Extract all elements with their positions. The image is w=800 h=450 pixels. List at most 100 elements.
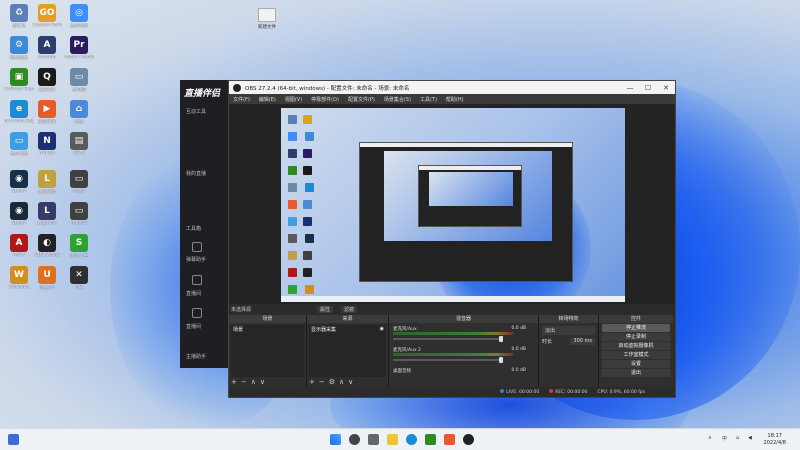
virtual-camera-button[interactable]: 启动虚拟摄像机 bbox=[602, 342, 670, 350]
desktop-icon[interactable]: ✕ MSI bbox=[64, 266, 94, 290]
store-icon[interactable] bbox=[425, 434, 436, 445]
file-icon[interactable] bbox=[258, 8, 276, 22]
settings-button[interactable]: 设置 bbox=[602, 360, 670, 368]
studio-mode-button[interactable]: 工作室模式 bbox=[602, 351, 670, 359]
app-icon: L bbox=[38, 170, 56, 188]
widgets-icon[interactable] bbox=[8, 434, 19, 445]
sources-footer: + − ⚙ ∧ ∨ bbox=[309, 378, 357, 386]
desktop-icon[interactable]: ⌂ 网络 bbox=[64, 100, 94, 125]
sidebar-item[interactable]: 直播间 bbox=[186, 290, 201, 297]
desktop-icon[interactable]: ⚙ 控制面板 bbox=[4, 36, 34, 61]
up-icon[interactable]: ∧ bbox=[251, 378, 256, 386]
volume-icon[interactable]: ◀ bbox=[748, 435, 752, 441]
desktop-icon[interactable]: ◉ Steam bbox=[4, 202, 34, 226]
gear-icon[interactable]: ⚙ bbox=[329, 378, 335, 386]
desktop-icon[interactable]: W WeGame bbox=[4, 266, 34, 290]
menu-tools[interactable]: 工具(T) bbox=[420, 96, 437, 103]
exit-button[interactable]: 退出 bbox=[602, 369, 670, 377]
sidebar-item[interactable]: 弹幕助手 bbox=[186, 256, 206, 263]
desktop-icon-label: GTA5 bbox=[73, 151, 85, 156]
desktop-icon-label: 傲软录屏 bbox=[38, 120, 56, 125]
app-icon: ▣ bbox=[10, 68, 28, 86]
tray-arrow-icon[interactable]: ∧ bbox=[708, 435, 712, 441]
desktop-icon[interactable]: L Logitech bbox=[32, 202, 62, 226]
start-icon[interactable] bbox=[330, 434, 341, 445]
volume-slider[interactable] bbox=[393, 336, 503, 342]
desktop-icon[interactable]: e Microsoft Edge bbox=[4, 100, 34, 124]
desktop-icon[interactable]: ▭ mayo2 bbox=[64, 202, 94, 226]
slider-knob[interactable] bbox=[499, 336, 503, 342]
scene-item[interactable]: 场景 bbox=[231, 325, 304, 334]
obs-window[interactable]: OBS 27.2.4 (64-bit, windows) - 配置文件: 未命名… bbox=[228, 80, 676, 398]
obs-titlebar[interactable]: OBS 27.2.4 (64-bit, windows) - 配置文件: 未命名… bbox=[229, 81, 675, 94]
tray-lang[interactable]: 中 bbox=[722, 435, 727, 442]
remove-icon[interactable]: − bbox=[241, 378, 247, 386]
desktop-icon[interactable]: ▭ 显示桌面 bbox=[4, 132, 34, 157]
search-icon[interactable] bbox=[349, 434, 360, 445]
obs-taskbar-icon[interactable] bbox=[463, 434, 474, 445]
app-icon: ⌂ bbox=[70, 100, 88, 118]
remove-icon[interactable]: − bbox=[319, 378, 325, 386]
add-icon[interactable]: + bbox=[309, 378, 315, 386]
desktop-icon[interactable]: ▶ 傲软录屏 bbox=[32, 100, 62, 125]
task-view-icon[interactable] bbox=[368, 434, 379, 445]
down-icon[interactable]: ∨ bbox=[260, 378, 265, 386]
transition-select[interactable]: 淡出 bbox=[542, 326, 595, 335]
eye-icon[interactable]: ◉ bbox=[380, 326, 384, 333]
controls-dock: 控件 停止推流 停止录制 启动虚拟摄像机 工作室模式 设置 退出 bbox=[599, 315, 673, 387]
desktop-icon[interactable]: ▤ GTA5 bbox=[64, 132, 94, 156]
app-icon: e bbox=[10, 100, 28, 118]
desktop-icon[interactable]: GOCounter-Strike Global Offensive bbox=[32, 4, 62, 28]
sidebar-item[interactable]: 主播助手 bbox=[186, 353, 206, 360]
app-icon[interactable] bbox=[444, 434, 455, 445]
desktop-icon[interactable]: ♻ 回收站 bbox=[4, 4, 34, 29]
desktop-icon[interactable]: U 网易UU bbox=[32, 266, 62, 291]
menu-help[interactable]: 帮助(H) bbox=[446, 96, 464, 103]
volume-slider[interactable] bbox=[393, 357, 503, 363]
duration-input[interactable]: 300 ms bbox=[570, 338, 595, 345]
desktop-icon[interactable]: PrAdobe Premiere bbox=[64, 36, 94, 60]
close-icon[interactable]: ✕ bbox=[657, 84, 675, 92]
desktop-icon[interactable]: ▭ mayo bbox=[64, 170, 94, 194]
preview-canvas[interactable] bbox=[281, 108, 625, 302]
sidebar-item[interactable]: 工具箱 bbox=[186, 225, 201, 232]
desktop-icon-label: mayo bbox=[72, 189, 86, 194]
desktop-icon[interactable]: S 驱动人生 bbox=[64, 234, 94, 259]
up-icon[interactable]: ∧ bbox=[339, 378, 344, 386]
slider-knob[interactable] bbox=[499, 357, 503, 363]
minimize-icon[interactable]: — bbox=[621, 84, 639, 92]
maximize-icon[interactable]: ☐ bbox=[639, 84, 657, 92]
add-icon[interactable]: + bbox=[231, 378, 237, 386]
stop-streaming-button[interactable]: 停止推流 bbox=[602, 324, 670, 332]
menu-edit[interactable]: 编辑(E) bbox=[259, 96, 276, 103]
desktop-icon[interactable]: ◎ 百度网盘 bbox=[64, 4, 94, 29]
desktop-icon[interactable]: ◐ OBS Studio bbox=[32, 234, 62, 258]
network-icon[interactable]: ⌂ bbox=[736, 435, 739, 441]
desktop-icon[interactable]: N NVIDIA bbox=[32, 132, 62, 156]
properties-button[interactable]: 属性 bbox=[317, 306, 334, 313]
sidebar-item[interactable]: 直播间 bbox=[186, 323, 201, 330]
sidebar-item[interactable]: 我的直播 bbox=[186, 170, 206, 177]
desktop-icon[interactable]: ▭ 此电脑 bbox=[64, 68, 94, 93]
filters-button[interactable]: 滤镜 bbox=[341, 306, 358, 313]
desktop-icon[interactable]: L 英雄联盟 bbox=[32, 170, 62, 195]
menu-file[interactable]: 文件(F) bbox=[233, 96, 250, 103]
clock[interactable]: 18:17 2022/4/8 bbox=[764, 433, 786, 447]
stop-recording-button[interactable]: 停止录制 bbox=[602, 333, 670, 341]
menu-profile[interactable]: 配置文件(P) bbox=[348, 96, 375, 103]
desktop-icon[interactable]: ◉ Steam bbox=[4, 170, 34, 194]
menu-view[interactable]: 视图(V) bbox=[285, 96, 302, 103]
desktop-icon[interactable]: A APEX bbox=[4, 234, 34, 258]
sidebar-item[interactable]: 互动工具 bbox=[186, 108, 206, 115]
menu-docks[interactable]: 停靠部件(D) bbox=[311, 96, 339, 103]
desktop-icon[interactable]: Q 腾讯QQ bbox=[32, 68, 62, 93]
menu-scene-collection[interactable]: 场景集合(S) bbox=[384, 96, 411, 103]
edge-icon[interactable] bbox=[406, 434, 417, 445]
sources-dock: 来源 显示器采集 ◉ + − ⚙ ∧ ∨ bbox=[307, 315, 389, 387]
source-item[interactable]: 显示器采集 ◉ bbox=[309, 325, 386, 334]
desktop-icon[interactable]: ▣GeForce Experience bbox=[4, 68, 34, 92]
down-icon[interactable]: ∨ bbox=[348, 378, 353, 386]
desktop-icon[interactable]: A Arctime bbox=[32, 36, 62, 60]
file-explorer-icon[interactable] bbox=[387, 434, 398, 445]
mixer-channel: 桌面音频 0.0 dB bbox=[393, 368, 534, 388]
